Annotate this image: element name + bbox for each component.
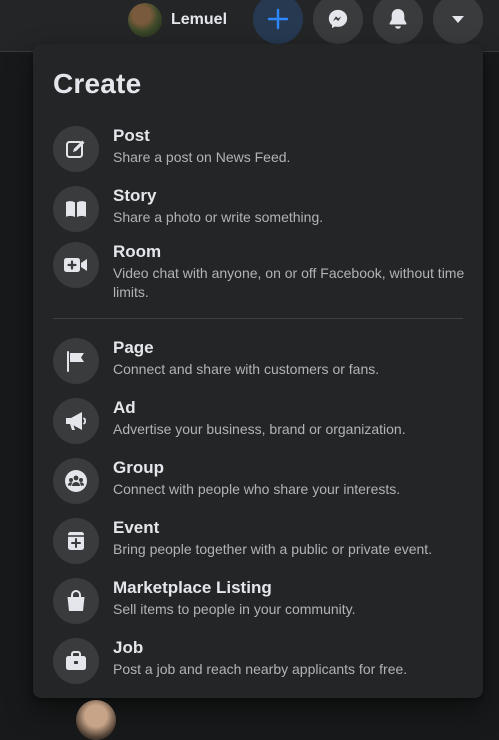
briefcase-icon <box>53 638 99 684</box>
item-description: Share a photo or write something. <box>113 209 324 225</box>
item-title: Job <box>113 638 144 657</box>
messenger-icon <box>328 9 348 29</box>
contact-avatar[interactable] <box>76 700 116 740</box>
megaphone-icon <box>53 398 99 444</box>
user-avatar <box>128 3 162 37</box>
item-title: Ad <box>113 398 136 417</box>
book-icon <box>53 186 99 232</box>
item-description: Connect with people who share your inter… <box>113 481 401 497</box>
item-title: Room <box>113 242 162 261</box>
group-icon <box>53 458 99 504</box>
user-name: Lemuel <box>171 11 228 28</box>
create-menu: Create Post Share a post on News Feed. S… <box>33 44 483 698</box>
plus-icon <box>267 8 289 30</box>
item-title: Event <box>113 518 160 537</box>
item-title: Post <box>113 126 150 145</box>
bell-icon <box>389 9 407 29</box>
notifications-button[interactable] <box>373 0 423 44</box>
messenger-button[interactable] <box>313 0 363 44</box>
item-description: Post a job and reach nearby applicants f… <box>113 661 408 677</box>
item-description: Advertise your business, brand or organi… <box>113 421 406 437</box>
shopping-bag-icon <box>53 578 99 624</box>
calendar-plus-icon <box>53 518 99 564</box>
menu-title: Create <box>53 68 142 99</box>
compose-icon <box>53 126 99 172</box>
item-title: Group <box>113 458 164 477</box>
item-title: Story <box>113 186 157 205</box>
profile-shortcut[interactable]: Lemuel <box>126 2 231 38</box>
item-description: Bring people together with a public or p… <box>113 541 433 557</box>
item-title: Page <box>113 338 154 357</box>
item-description: Connect and share with customers or fans… <box>113 361 380 377</box>
video-plus-icon <box>53 242 99 288</box>
caret-down-icon <box>452 16 464 23</box>
account-menu-button[interactable] <box>433 0 483 44</box>
menu-divider <box>53 318 463 319</box>
item-description: Video chat with anyone, on or off Facebo… <box>113 265 465 300</box>
create-button[interactable] <box>253 0 303 44</box>
item-description: Share a post on News Feed. <box>113 149 291 165</box>
item-title: Marketplace Listing <box>113 578 272 597</box>
item-description: Sell items to people in your community. <box>113 601 356 617</box>
flag-icon <box>53 338 99 384</box>
